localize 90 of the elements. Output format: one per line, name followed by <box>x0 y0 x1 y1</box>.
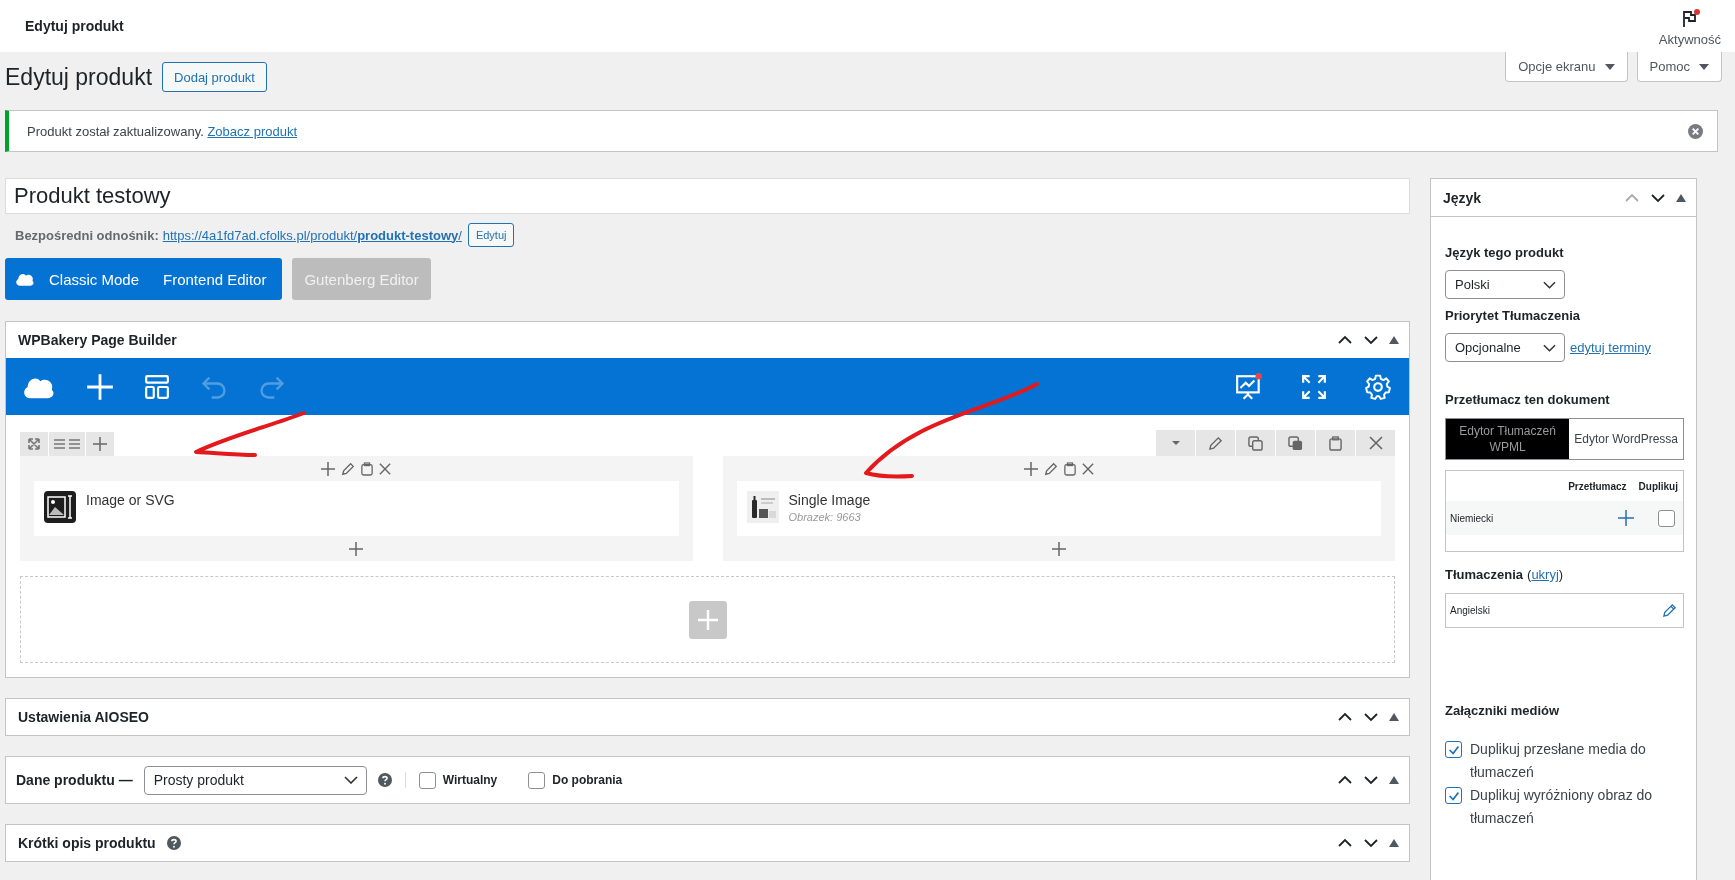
editor-toggle-option[interactable]: Edytor Tłumaczeń WPML <box>1446 419 1570 459</box>
language-name: Niemiecki <box>1450 512 1495 524</box>
close-icon[interactable] <box>1081 462 1094 475</box>
close-icon[interactable] <box>1688 123 1703 139</box>
element-name: Image or SVG <box>86 492 175 508</box>
section-label: Przetłumacz ten dokument <box>1445 392 1610 407</box>
product-data-label: Dane produktu — <box>16 772 133 788</box>
language-select[interactable]: Polski <box>1445 270 1565 299</box>
close-icon[interactable] <box>1356 430 1395 456</box>
plus-icon <box>697 609 718 630</box>
help-icon[interactable] <box>377 773 392 787</box>
triangle-up-icon[interactable] <box>1389 713 1399 721</box>
panel-title: Język <box>1443 189 1482 206</box>
close-icon[interactable] <box>379 462 392 475</box>
paren-text: ) <box>1558 567 1564 582</box>
paren-text: ( <box>1527 567 1532 582</box>
column-header: Przetłumacz <box>1568 480 1627 492</box>
element-card[interactable]: Single Image Obrazek: 9663 <box>736 481 1381 536</box>
triangle-up-icon[interactable] <box>1389 839 1399 847</box>
plus-icon[interactable] <box>86 432 114 456</box>
cloud-icon <box>15 271 35 287</box>
field-label: Język tego produkt <box>1445 245 1564 260</box>
checkbox-label: Do pobrania <box>552 773 623 787</box>
permalink-link[interactable]: https://4a1fd7ad.cfolks.pl/produkt/produkt-testowy/ <box>162 227 462 243</box>
edit-permalink-button[interactable]: Edytuj <box>467 223 515 247</box>
move-icon[interactable] <box>20 432 48 456</box>
checkbox[interactable] <box>528 771 546 789</box>
triangle-up-icon[interactable] <box>1389 336 1399 344</box>
checkbox-label: Duplikuj wyróżniony obraz do tłumaczeń <box>1470 786 1654 828</box>
presentation-chart-icon[interactable] <box>1235 372 1263 401</box>
checkbox[interactable] <box>1445 787 1462 804</box>
chevron-down-icon <box>343 776 358 784</box>
panel-title: WPBakery Page Builder <box>18 332 177 348</box>
screen-tab[interactable]: Pomoc <box>1636 52 1722 82</box>
fullscreen-icon[interactable] <box>1301 373 1327 400</box>
page-title: Edytuj produkt <box>25 18 124 34</box>
chevron-down-icon <box>1543 280 1556 289</box>
column-header: Duplikuj <box>1638 480 1678 492</box>
permalink-label: Bezpośredni odnośnik: <box>15 227 159 243</box>
element-subtitle: Obrazek: 9663 <box>788 511 862 523</box>
page-heading: Edytuj produkt <box>5 63 153 91</box>
clone-icon[interactable] <box>1276 430 1315 456</box>
panel-title: Ustawienia AIOSEO <box>18 709 149 725</box>
chevron-down-icon <box>1543 343 1556 352</box>
pencil-icon[interactable] <box>341 461 356 476</box>
copy-icon[interactable] <box>1236 430 1275 456</box>
checkbox-label: Duplikuj przesłane media do tłumaczeń <box>1470 740 1647 782</box>
title-field[interactable]: Produkt testowy <box>5 178 1410 214</box>
section-label: Załączniki mediów <box>1445 703 1560 718</box>
pencil-icon[interactable] <box>1662 603 1677 618</box>
plus-icon[interactable] <box>1051 541 1066 556</box>
notice-text: Produkt został zaktualizowany. Zobacz produkt <box>27 123 297 139</box>
clipboard-icon[interactable] <box>1316 430 1355 456</box>
layout-icon[interactable] <box>144 373 170 400</box>
screen-tab[interactable]: Opcje ekranu <box>1505 52 1628 82</box>
plus-icon[interactable] <box>321 461 336 476</box>
element-name: Single Image <box>788 492 871 508</box>
plus-icon[interactable] <box>1618 510 1634 526</box>
activity-label[interactable]: Aktywność <box>1658 32 1721 47</box>
settings-icon[interactable] <box>1365 373 1391 400</box>
hide-link[interactable]: ukryj <box>1531 567 1559 582</box>
view-product-link[interactable]: Zobacz produkt <box>207 123 297 139</box>
element-card[interactable]: Image or SVG <box>34 481 679 536</box>
add-product-button[interactable]: Dodaj produkt <box>162 62 267 92</box>
priority-select[interactable]: Opcjonalne <box>1445 333 1565 362</box>
language-name: Angielski <box>1450 605 1492 616</box>
checkbox[interactable] <box>1658 509 1675 527</box>
plus-icon[interactable] <box>1023 461 1038 476</box>
field-label: Priorytet Tłumaczenia <box>1445 308 1581 323</box>
clipboard-icon[interactable] <box>1063 461 1076 476</box>
product-type-select[interactable]: Prosty produkt <box>143 765 367 795</box>
caret-down-icon <box>1699 63 1709 70</box>
editor-mode-button[interactable]: Classic Mode <box>5 258 152 300</box>
image-icon <box>44 491 76 523</box>
pencil-icon[interactable] <box>1196 430 1235 456</box>
clipboard-icon[interactable] <box>361 461 374 476</box>
column-layout-icon[interactable] <box>49 432 85 456</box>
checkbox-label: Wirtualny <box>442 773 498 787</box>
triangle-up-icon[interactable] <box>1389 776 1399 784</box>
plus-icon[interactable] <box>349 541 364 556</box>
edit-terms-link[interactable]: edytuj terminy <box>1570 340 1651 355</box>
help-icon[interactable] <box>166 836 181 850</box>
editor-mode-button[interactable]: Frontend Editor <box>151 258 283 300</box>
panel-title: Krótki opis produktu <box>18 835 156 851</box>
checkbox[interactable] <box>418 771 436 789</box>
caret-down-icon <box>1604 63 1615 70</box>
section-label: Tłumaczenia <box>1445 567 1524 582</box>
checkbox[interactable] <box>1445 741 1462 758</box>
triangle-up-icon[interactable] <box>1676 193 1686 202</box>
pencil-icon[interactable] <box>1043 461 1058 476</box>
